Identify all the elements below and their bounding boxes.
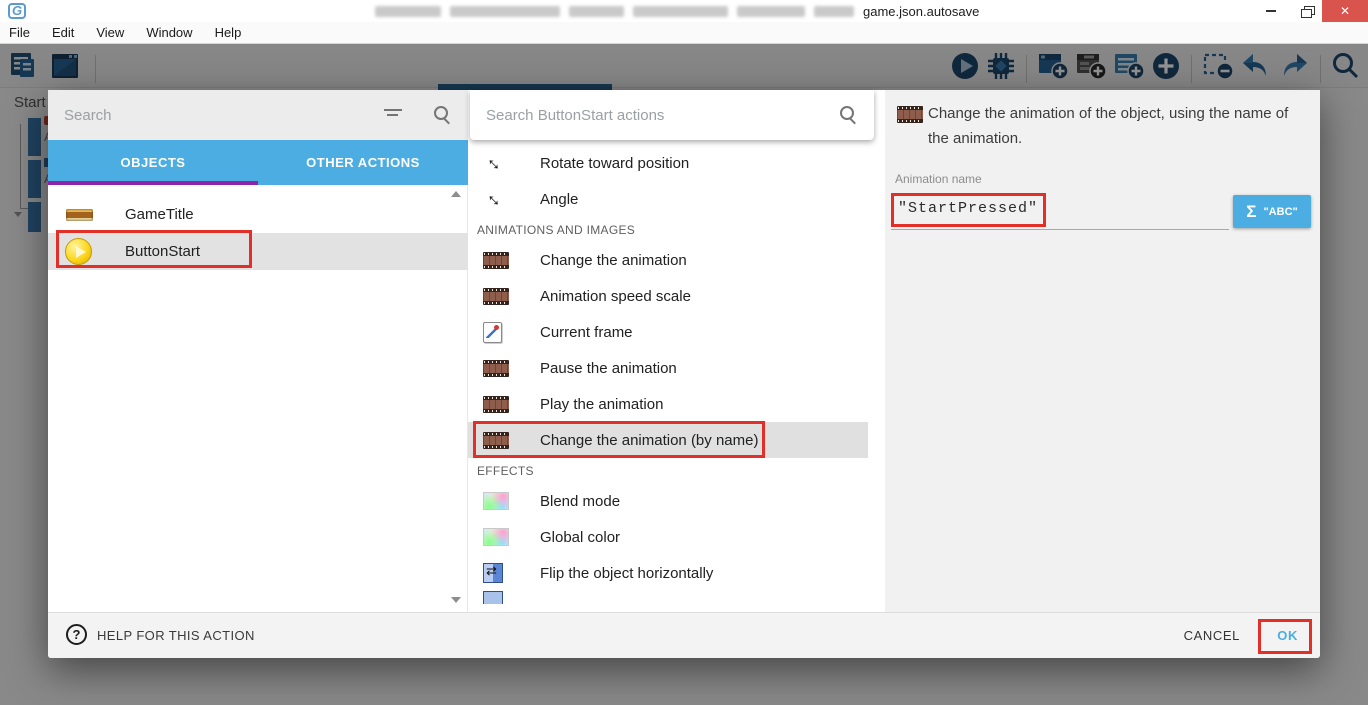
redacted-title-segment [737, 6, 805, 17]
redacted-title-segment [450, 6, 560, 17]
film-strip-icon [483, 288, 509, 305]
actions-panel: ↔ Rotate toward position ↔ Angle ANIMATI… [468, 90, 885, 612]
active-tab-underline [48, 181, 258, 185]
menu-view[interactable]: View [85, 22, 135, 44]
close-button[interactable]: ✕ [1322, 0, 1368, 22]
menu-file[interactable]: File [0, 22, 41, 44]
actions-search-bar [470, 90, 874, 140]
film-strip-icon [483, 252, 509, 269]
objects-panel: OBJECTS OTHER ACTIONS GameTitle ButtonSt… [48, 90, 468, 612]
restore-button[interactable] [1290, 0, 1324, 22]
action-row[interactable]: Blend mode [468, 483, 868, 519]
filter-icon[interactable] [384, 109, 402, 121]
game-title-thumbnail-icon [66, 209, 93, 221]
redacted-title-segment [633, 6, 728, 17]
section-header: EFFECTS [477, 458, 534, 483]
film-strip-icon [897, 106, 923, 123]
action-row[interactable]: ↔ Rotate toward position [468, 145, 868, 181]
object-row-buttonstart[interactable]: ButtonStart [48, 233, 468, 270]
film-strip-icon [483, 396, 509, 413]
actions-search-input[interactable] [470, 107, 810, 124]
rotate-arrow-icon: ↔ [478, 146, 512, 180]
action-row[interactable]: ↔ Angle [468, 181, 868, 217]
action-row[interactable]: Pause the animation [468, 350, 868, 386]
action-row[interactable]: Flip the object horizontally [468, 555, 868, 591]
ok-button[interactable]: OK [1277, 628, 1298, 643]
close-icon: ✕ [1340, 4, 1350, 18]
menu-window[interactable]: Window [135, 22, 203, 44]
action-editor-dialog: OBJECTS OTHER ACTIONS GameTitle ButtonSt… [48, 90, 1320, 658]
window-title: game.json.autosave [375, 4, 979, 18]
object-row-gametitle[interactable]: GameTitle [48, 196, 468, 233]
film-strip-icon [483, 432, 509, 449]
objects-search-input[interactable] [48, 107, 348, 124]
menu-help[interactable]: Help [204, 22, 253, 44]
search-icon[interactable] [840, 106, 858, 124]
app-window: Start A A G game.json.autosave ✕ File Ed… [0, 0, 1368, 705]
play-button-thumbnail-icon [65, 238, 92, 265]
objects-tabs: OBJECTS OTHER ACTIONS [48, 140, 468, 185]
window-titlebar: G game.json.autosave ✕ [0, 0, 1368, 22]
redacted-title-segment [375, 6, 441, 17]
dialog-footer: ? HELP FOR THIS ACTION CANCEL OK [48, 612, 1320, 658]
section-header: ANIMATIONS AND IMAGES [477, 217, 635, 242]
rainbow-gradient-icon [483, 492, 509, 510]
current-frame-icon [483, 322, 502, 343]
tab-objects[interactable]: OBJECTS [48, 140, 258, 185]
animation-name-label: Animation name [895, 172, 982, 186]
expression-editor-button[interactable]: Σ "ABC" [1233, 195, 1311, 228]
action-row[interactable]: Global color [468, 519, 868, 555]
action-row[interactable]: Change the animation [468, 242, 868, 278]
action-detail-panel: Change the animation of the object, usin… [885, 90, 1320, 612]
tab-other-actions[interactable]: OTHER ACTIONS [258, 140, 468, 185]
rotate-arrow-icon: ↔ [478, 182, 512, 216]
sigma-icon: Σ [1246, 202, 1256, 222]
rainbow-gradient-icon [483, 528, 509, 546]
redacted-title-segment [814, 6, 854, 17]
help-button[interactable]: HELP FOR THIS ACTION [97, 628, 255, 643]
animation-name-field[interactable]: "StartPressed" [898, 200, 1038, 217]
search-icon[interactable] [434, 106, 452, 124]
help-icon: ? [66, 624, 87, 645]
window-title-text: game.json.autosave [863, 4, 979, 19]
action-description: Change the animation of the object, usin… [928, 101, 1290, 151]
field-underline [891, 229, 1229, 230]
cancel-button[interactable]: CANCEL [1184, 628, 1240, 643]
action-row-selected[interactable]: Change the animation (by name) [468, 422, 868, 458]
flip-horizontal-icon [483, 563, 503, 583]
action-row[interactable]: Current frame [468, 314, 868, 350]
menu-bar: File Edit View Window Help [0, 22, 1368, 44]
film-strip-icon [483, 360, 509, 377]
objects-search-bar [48, 90, 468, 140]
action-row[interactable]: Animation speed scale [468, 278, 868, 314]
gdevelop-logo-icon: G [8, 3, 26, 19]
minimize-button[interactable] [1252, 0, 1290, 22]
scroll-down-arrow[interactable] [451, 597, 461, 603]
action-row-partial [483, 591, 503, 604]
action-row[interactable]: Play the animation [468, 386, 868, 422]
menu-edit[interactable]: Edit [41, 22, 85, 44]
scroll-up-arrow[interactable] [451, 191, 461, 197]
redacted-title-segment [569, 6, 624, 17]
